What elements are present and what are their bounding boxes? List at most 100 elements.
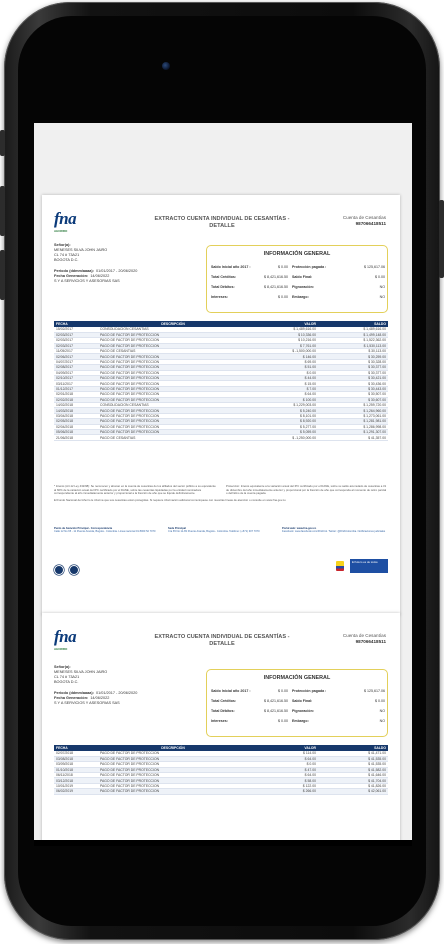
info-label: Embargo: — [292, 719, 309, 723]
movements-table: FECHA DESCRIPCIÓN VALOR SALDO 02/07/2018… — [54, 745, 388, 795]
employer: S Y A SERVICIOS Y ASESORIAS SAS — [54, 701, 120, 705]
info-label: Saldo Final: — [292, 699, 313, 703]
note-protection: Protección: Interés equivalente a la var… — [226, 484, 387, 496]
info-label: Saldo Inicial año 2017 : — [211, 689, 251, 693]
statement-page-2: fna AHORRO EXTRACTO CUENTA INDIVIDUAL DE… — [42, 613, 400, 840]
footer-col: Portal web: www.fna.gov.co Facebook: www.… — [282, 527, 388, 534]
info-label: Total Débitos: — [211, 709, 235, 713]
cell-valor: $ -1,250,000.00 — [248, 434, 318, 441]
account-number: 987066418511 — [355, 221, 386, 226]
general-info-box: INFORMACIÓN GENERAL Saldo Inicial año 20… — [206, 669, 388, 737]
front-camera-icon — [162, 62, 170, 70]
info-value: $ 8,421,616.50 — [264, 275, 288, 279]
info-row: Saldo Inicial año 2017 : $ 0.00 Protecci… — [211, 686, 385, 696]
general-info-title: INFORMACIÓN GENERAL — [263, 675, 331, 681]
info-row: Intereses: $ 0.00 Embargo: NO — [211, 716, 385, 726]
table-row: 21/06/2018 PAGO DE CESANTIAS $ -1,250,000.… — [54, 434, 388, 441]
info-row: Saldo Inicial año 2017 : $ 0.00 Protecci… — [211, 262, 385, 272]
period-label: Periodo (ddmm/aaaa): — [54, 691, 94, 695]
period-value: 01/01/2017 - 20/06/2020 — [96, 691, 138, 695]
info-row: Total Créditos: $ 8,421,616.50 Saldo Fin… — [211, 272, 385, 282]
statement-title: EXTRACTO CUENTA INDIVIDUAL DE CESANTÍAS … — [154, 216, 290, 229]
info-value: NO — [379, 285, 385, 289]
info-value: $ 125,617.06 — [364, 689, 385, 693]
cell-fecha: 06/02/2019 — [54, 788, 98, 795]
info-label: Saldo Final: — [292, 275, 313, 279]
employer: S Y A SERVICIOS Y ASESORIAS SAS — [54, 279, 120, 283]
contact-footer: Punto de Atención Principal - Correspond… — [54, 527, 388, 534]
logo-subtitle: AHORRO — [54, 647, 68, 651]
note-interest: * Interés (Art.12 Ley 432/98): Se recono… — [54, 484, 216, 496]
cell-fecha: 21/06/2018 — [54, 434, 98, 441]
footer-col: Sede Principal Cra 65 No 11-83 Puente Ara… — [168, 527, 274, 534]
general-info-box: INFORMACIÓN GENERAL Saldo Inicial año 20… — [206, 245, 388, 313]
volume-up-button — [0, 186, 5, 236]
period-label: Periodo (ddmm/aaaa): — [54, 269, 94, 273]
info-row: Total Débitos: $ 8,421,616.50 Pignoració… — [211, 282, 385, 292]
colombia-flag-icon — [336, 561, 344, 571]
info-label: Total Créditos: — [211, 275, 237, 279]
footer-text: Facebook: www.facebook.com/FNACol. Twitt… — [282, 530, 386, 534]
certification-badge-icon — [69, 565, 79, 575]
info-row: Intereses: $ 0.00 Embargo: NO — [211, 292, 385, 302]
period-value: 01/01/2017 - 20/06/2020 — [96, 269, 138, 273]
info-value: $ 0.00 — [278, 295, 288, 299]
statement-page-1: fna AHORRO EXTRACTO CUENTA INDIVIDUAL DE… — [42, 195, 400, 615]
info-value: $ 0.00 — [375, 275, 385, 279]
certification-badges — [54, 565, 79, 575]
general-info-title: INFORMACIÓN GENERAL — [263, 251, 331, 257]
movements-table: FECHA DESCRIPCIÓN VALOR SALDO 15/02/2017… — [54, 321, 388, 441]
screen-bottom-edge — [34, 840, 412, 846]
mute-switch — [0, 130, 5, 156]
client-label: Señor(a): — [54, 243, 71, 247]
legal-notes: * Interés (Art.12 Ley 432/98): Se recono… — [54, 484, 388, 502]
info-value: $ 8,421,616.50 — [264, 699, 288, 703]
info-value: $ 125,617.06 — [364, 265, 385, 269]
table-row: 06/02/2019 PAGO DE FACTOR DE PROTECCION $ … — [54, 788, 388, 795]
generation-date: 14/06/2022 — [90, 696, 110, 700]
footer-text: Cra 65 No 11-83 Puente Aranda, Bogotá - … — [168, 530, 260, 534]
cell-descripcion: PAGO DE FACTOR DE PROTECCION — [98, 788, 248, 795]
account-number: 987066418511 — [355, 639, 386, 644]
info-value: NO — [379, 295, 385, 299]
cell-descripcion: PAGO DE CESANTIAS — [98, 434, 248, 441]
info-label: Protección pagada : — [292, 689, 327, 693]
ministry-logo: El futuro es de todos — [350, 559, 388, 573]
client-info: Señor(a): MENESES SILVA JOHN JAIRO CL 74… — [54, 665, 199, 706]
volume-down-button — [0, 250, 5, 300]
info-value: NO — [379, 719, 385, 723]
client-label: Señor(a): — [54, 665, 71, 669]
info-label: Pignoración: — [292, 285, 314, 289]
account-info: Cuenta de Cesantías 987066418511 — [343, 215, 386, 227]
general-info-grid: Saldo Inicial año 2017 : $ 0.00 Protecci… — [211, 686, 385, 726]
cell-saldo: $ 41,357.00 — [318, 434, 388, 441]
info-value: $ 8,421,616.50 — [264, 285, 288, 289]
info-label: Protección pagada : — [292, 265, 327, 269]
footer-col: Punto de Atención Principal - Correspond… — [54, 527, 160, 534]
client-info: Señor(a): MENESES SILVA JOHN JAIRO CL 74… — [54, 243, 199, 284]
cell-valor: $ 266.00 — [248, 788, 318, 795]
info-label: Pignoración: — [292, 709, 314, 713]
info-row: Total Débitos: $ 8,421,616.50 Pignoració… — [211, 706, 385, 716]
info-value: NO — [379, 709, 385, 713]
info-value: $ 0.00 — [278, 719, 288, 723]
cell-saldo: $ 42,061.00 — [318, 788, 388, 795]
logo-subtitle: AHORRO — [54, 229, 68, 233]
info-label: Saldo Inicial año 2017 : — [211, 265, 251, 269]
footer-text: Calle 12 No 65 - 11 Puente Aranda, Bogot… — [54, 530, 156, 534]
generation-label: Fecha Generación: — [54, 274, 89, 278]
generation-date: 14/06/2022 — [90, 274, 110, 278]
info-value: $ 8,421,616.50 — [264, 709, 288, 713]
certification-badge-icon — [54, 565, 64, 575]
info-row: Total Créditos: $ 8,421,616.50 Saldo Fin… — [211, 696, 385, 706]
statement-title: EXTRACTO CUENTA INDIVIDUAL DE CESANTÍAS … — [154, 634, 290, 647]
screen[interactable]: fna AHORRO EXTRACTO CUENTA INDIVIDUAL DE… — [34, 123, 412, 840]
fna-logo: fna — [54, 209, 77, 228]
info-label: Total Débitos: — [211, 285, 235, 289]
info-label: Total Créditos: — [211, 699, 237, 703]
note-general: El Fondo Nacional del Ahorro le informa … — [54, 497, 286, 502]
info-label: Embargo: — [292, 295, 309, 299]
account-info: Cuenta de Cesantías 987066418511 — [343, 633, 386, 645]
power-button — [439, 200, 444, 278]
info-value: $ 0.00 — [278, 265, 288, 269]
